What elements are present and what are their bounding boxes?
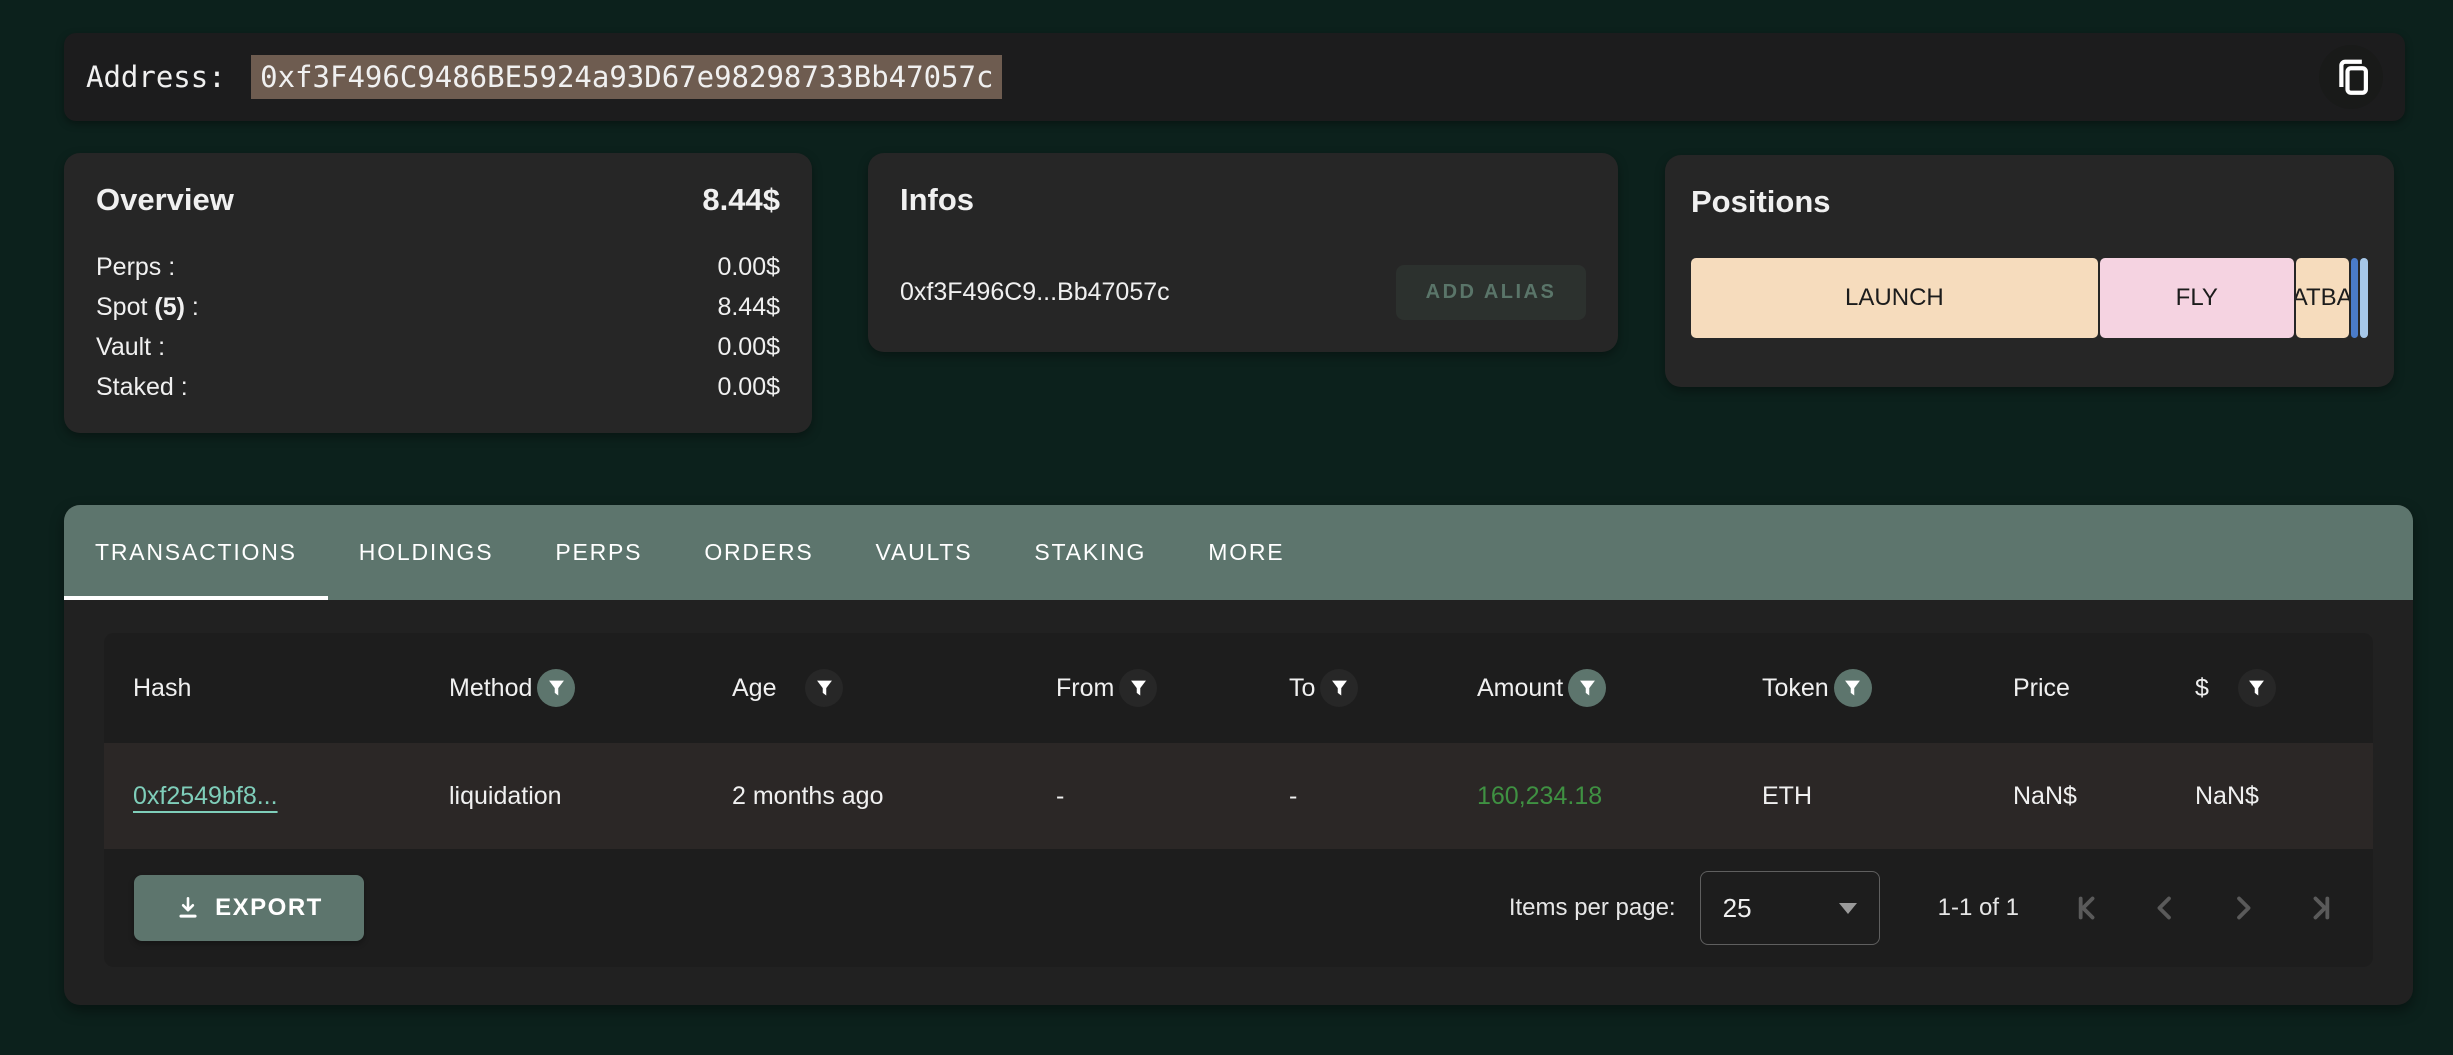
column-header-to: To: [1289, 669, 1477, 707]
items-per-page-label: Items per page:: [1509, 894, 1676, 922]
table-row: 0xf2549bf8... liquidation 2 months ago -…: [104, 743, 2373, 849]
pagination-controls: [2065, 886, 2343, 930]
previous-page-button[interactable]: [2143, 886, 2187, 930]
address-bar: Address: 0xf3F496C9486BE5924a93D67e98298…: [64, 33, 2405, 121]
position-segment-blue[interactable]: [2351, 258, 2358, 338]
address-label: Address:: [86, 60, 243, 94]
last-page-button[interactable]: [2299, 886, 2343, 930]
position-segment-launch[interactable]: LAUNCH: [1691, 258, 2098, 338]
add-alias-button[interactable]: ADD ALIAS: [1396, 265, 1586, 320]
overview-row-staked: Staked : 0.00$: [96, 367, 780, 407]
tab-perps[interactable]: PERPS: [524, 505, 673, 600]
items-per-page-select[interactable]: 25: [1700, 871, 1880, 945]
overview-row-spot: Spot (5) : 8.44$: [96, 287, 780, 327]
table-footer: EXPORT Items per page: 25 1-1 of 1: [104, 849, 2373, 967]
perps-label: Perps :: [96, 247, 175, 287]
transactions-table: Hash Method Age From: [104, 633, 2373, 967]
items-per-page-value: 25: [1723, 893, 1752, 924]
column-header-token: Token: [1762, 669, 2013, 707]
tab-holdings[interactable]: HOLDINGS: [328, 505, 525, 600]
spot-value: 8.44$: [717, 287, 780, 327]
vault-label: Vault :: [96, 327, 165, 367]
column-header-price: Price: [2013, 674, 2195, 703]
transaction-hash-link[interactable]: 0xf2549bf8...: [133, 782, 278, 810]
method-cell: liquidation: [449, 782, 732, 811]
tab-bar: TRANSACTIONS HOLDINGS PERPS ORDERS VAULT…: [64, 505, 2413, 600]
positions-stacked-bar: LAUNCH FLY ATBA: [1691, 258, 2368, 338]
overview-row-perps: Perps : 0.00$: [96, 247, 780, 287]
column-header-method: Method: [449, 669, 732, 707]
overview-row-vault: Vault : 0.00$: [96, 327, 780, 367]
positions-card: Positions LAUNCH FLY ATBA: [1665, 155, 2394, 387]
staked-value: 0.00$: [717, 367, 780, 407]
overview-title: Overview: [96, 181, 234, 219]
main-panel: TRANSACTIONS HOLDINGS PERPS ORDERS VAULT…: [64, 505, 2413, 1005]
export-button[interactable]: EXPORT: [134, 875, 364, 941]
filter-funnel-icon[interactable]: [537, 669, 575, 707]
address-value: 0xf3F496C9486BE5924a93D67e98298733Bb4705…: [251, 55, 1002, 99]
pagination-range-label: 1-1 of 1: [1938, 894, 2019, 922]
filter-funnel-icon[interactable]: [1320, 669, 1358, 707]
column-header-from: From: [1056, 669, 1289, 707]
column-header-usd: $: [2195, 669, 2373, 707]
tab-staking[interactable]: STAKING: [1003, 505, 1177, 600]
perps-value: 0.00$: [717, 247, 780, 287]
column-header-age: Age: [732, 669, 1056, 707]
amount-cell: 160,234.18: [1477, 782, 1762, 811]
staked-label: Staked :: [96, 367, 188, 407]
infos-title: Infos: [900, 181, 1586, 219]
column-header-hash: Hash: [133, 674, 449, 703]
infos-card: Infos 0xf3F496C9...Bb47057c ADD ALIAS: [868, 153, 1618, 352]
next-page-button[interactable]: [2221, 886, 2265, 930]
price-cell: NaN$: [2013, 782, 2195, 811]
overview-card: Overview 8.44$ Perps : 0.00$ Spot (5) : …: [64, 153, 812, 433]
token-cell: ETH: [1762, 782, 2013, 811]
tab-vaults[interactable]: VAULTS: [845, 505, 1004, 600]
tab-transactions[interactable]: TRANSACTIONS: [64, 505, 328, 600]
tab-orders[interactable]: ORDERS: [673, 505, 844, 600]
position-segment-lightblue[interactable]: [2360, 258, 2368, 338]
position-segment-fly[interactable]: FLY: [2100, 258, 2294, 338]
to-cell: -: [1289, 782, 1477, 811]
first-page-button[interactable]: [2065, 886, 2109, 930]
usd-cell: NaN$: [2195, 782, 2373, 811]
table-header: Hash Method Age From: [104, 633, 2373, 743]
tab-more[interactable]: MORE: [1177, 505, 1315, 600]
filter-funnel-icon[interactable]: [1568, 669, 1606, 707]
filter-funnel-icon[interactable]: [1119, 669, 1157, 707]
positions-title: Positions: [1691, 183, 2368, 221]
copy-icon: [2330, 56, 2372, 98]
short-address: 0xf3F496C9...Bb47057c: [900, 278, 1170, 307]
overview-total-value: 8.44$: [702, 182, 780, 218]
dropdown-caret-icon: [1839, 903, 1857, 914]
filter-funnel-icon[interactable]: [805, 669, 843, 707]
age-cell: 2 months ago: [732, 782, 1056, 811]
spot-label: Spot (5) :: [96, 287, 199, 327]
column-header-amount: Amount: [1477, 669, 1762, 707]
from-cell: -: [1056, 782, 1289, 811]
position-segment-atba[interactable]: ATBA: [2296, 258, 2349, 338]
filter-funnel-icon[interactable]: [1834, 669, 1872, 707]
copy-address-button[interactable]: [2319, 45, 2383, 109]
filter-funnel-icon[interactable]: [2238, 669, 2276, 707]
download-icon: [175, 895, 201, 921]
vault-value: 0.00$: [717, 327, 780, 367]
